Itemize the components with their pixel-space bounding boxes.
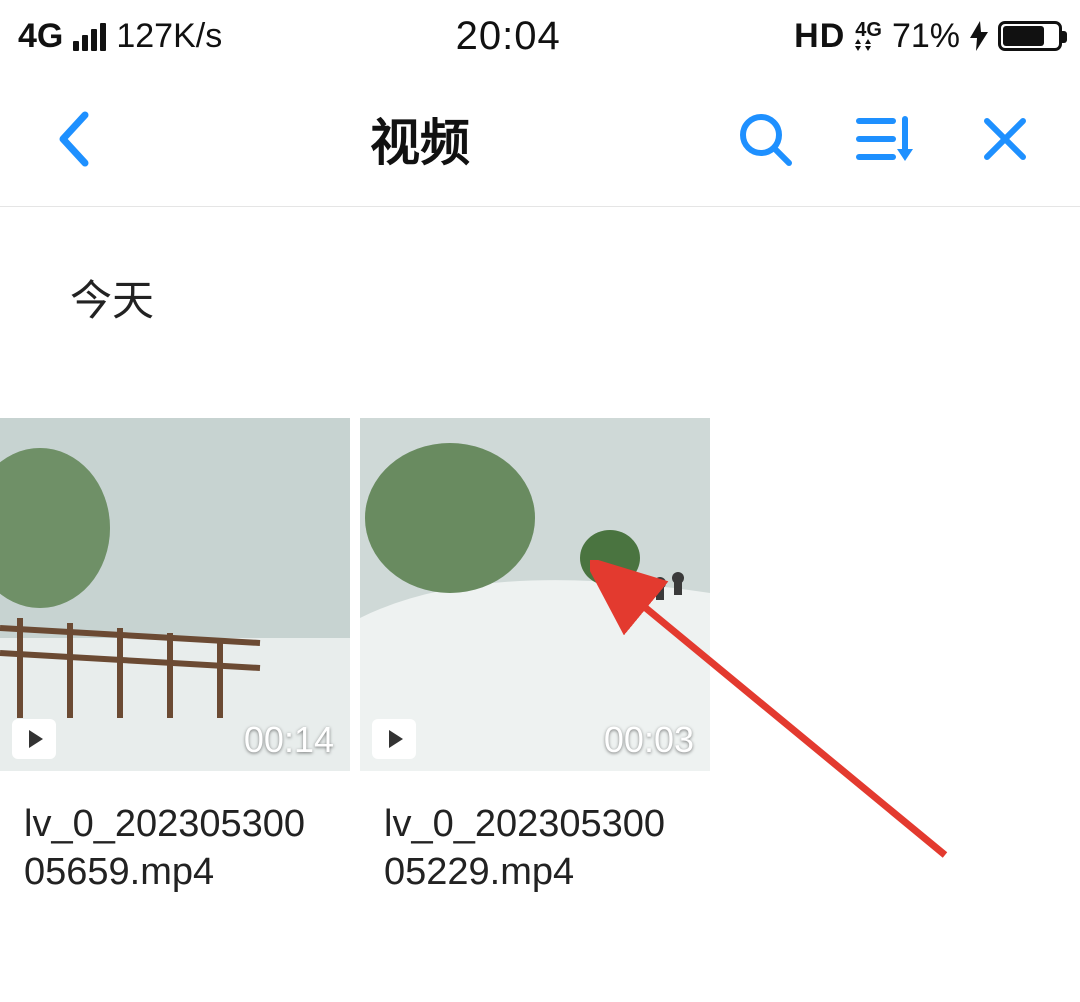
- play-icon: [12, 719, 56, 759]
- video-thumbnail: 00:03: [360, 418, 710, 771]
- section-today-label: 今天: [0, 207, 1080, 358]
- video-thumbnail: 00:14: [0, 418, 350, 771]
- network-type: 4G: [18, 17, 63, 56]
- signal-icon: [73, 21, 106, 51]
- video-filename: lv_0_20230530005229.mp4: [360, 771, 710, 896]
- status-bar: 4G 127K/s 20:04 HD 4G 71%: [0, 0, 1080, 72]
- battery-percent: 71%: [892, 17, 960, 56]
- video-filename: lv_0_20230530005659.mp4: [0, 771, 350, 896]
- charging-icon: [970, 21, 988, 51]
- search-icon: [737, 111, 793, 167]
- data-speed: 127K/s: [116, 17, 222, 56]
- back-button[interactable]: [40, 104, 110, 174]
- sort-icon: [855, 113, 915, 165]
- search-button[interactable]: [730, 104, 800, 174]
- video-grid: 00:14 lv_0_20230530005659.mp4 00:03: [0, 358, 1080, 896]
- app-bar-actions: [730, 104, 1040, 174]
- app-bar: 视频: [0, 72, 1080, 207]
- status-time: 20:04: [222, 14, 794, 59]
- chevron-left-icon: [55, 111, 95, 167]
- play-icon: [372, 719, 416, 759]
- hd-label: HD: [794, 17, 845, 56]
- sort-button[interactable]: [850, 104, 920, 174]
- status-right: HD 4G 71%: [794, 17, 1062, 56]
- video-item[interactable]: 00:14 lv_0_20230530005659.mp4: [0, 418, 350, 896]
- video-duration: 00:03: [604, 719, 694, 761]
- video-duration: 00:14: [244, 719, 334, 761]
- close-button[interactable]: [970, 104, 1040, 174]
- page-title: 视频: [110, 103, 730, 175]
- close-icon: [981, 115, 1029, 163]
- video-item[interactable]: 00:03 lv_0_20230530005229.mp4: [360, 418, 710, 896]
- battery-icon: [998, 21, 1062, 51]
- status-left: 4G 127K/s: [18, 17, 222, 56]
- mobile-data-icon: 4G: [855, 21, 882, 51]
